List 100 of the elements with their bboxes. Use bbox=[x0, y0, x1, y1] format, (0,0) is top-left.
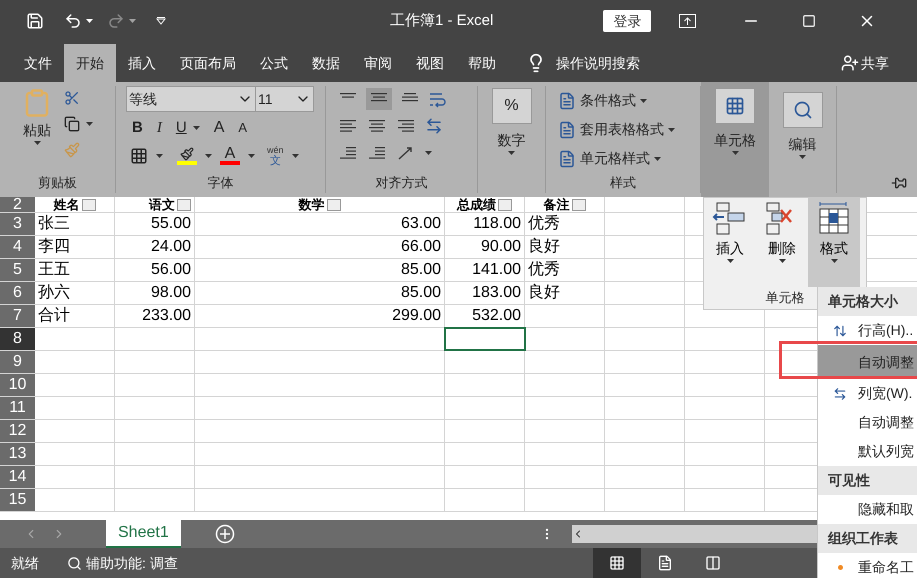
format-cells-button[interactable]: 格式 bbox=[808, 198, 860, 287]
undo-icon[interactable] bbox=[64, 12, 82, 30]
row-header[interactable]: 6 bbox=[0, 282, 35, 304]
ribbon-tab[interactable]: 开始 bbox=[64, 44, 116, 82]
table-cell: 良好 bbox=[525, 282, 605, 304]
phonetic-label: 文 bbox=[270, 156, 281, 167]
increase-indent-icon[interactable] bbox=[367, 145, 387, 161]
ribbon-tab[interactable]: 审阅 bbox=[352, 44, 404, 82]
add-sheet-icon[interactable] bbox=[214, 524, 235, 544]
filter-button[interactable] bbox=[498, 198, 512, 210]
customize-icon[interactable] bbox=[156, 17, 166, 25]
editing-button[interactable]: 编辑 bbox=[769, 86, 837, 193]
menu-item[interactable]: 自动调整 bbox=[818, 345, 917, 379]
styles-menu-button[interactable]: 单元格样式 bbox=[580, 148, 650, 169]
page-layout-view-icon bbox=[657, 555, 673, 571]
paste-button[interactable]: 粘贴 bbox=[14, 86, 60, 173]
row-header[interactable]: 4 bbox=[0, 236, 35, 258]
underline-button[interactable]: U bbox=[176, 116, 187, 140]
menu-section-heading: 可见性 bbox=[828, 471, 870, 490]
table-cell: 良好 bbox=[525, 236, 605, 258]
borders-icon[interactable] bbox=[130, 147, 148, 165]
accessibility-status[interactable]: 辅助功能: 调查 bbox=[86, 552, 178, 574]
table-cell: 63.00 bbox=[195, 213, 445, 235]
row-header[interactable]: 11 bbox=[0, 397, 35, 419]
sheet-tab[interactable]: Sheet1 bbox=[106, 520, 181, 548]
filter-button[interactable] bbox=[177, 198, 191, 210]
table-cell: 66.00 bbox=[195, 236, 445, 258]
row-header[interactable]: 15 bbox=[0, 489, 35, 511]
menu-item[interactable]: 自动调整 bbox=[818, 408, 917, 437]
fill-color-icon[interactable] bbox=[180, 147, 194, 161]
tell-me-field[interactable]: 操作说明搜索 bbox=[556, 52, 640, 74]
ribbon-tab[interactable]: 数据 bbox=[300, 44, 352, 82]
sign-in-button[interactable]: 登录 bbox=[603, 10, 652, 32]
styles-menu-button[interactable]: 条件格式 bbox=[580, 90, 636, 111]
ribbon-tab[interactable]: 公式 bbox=[248, 44, 300, 82]
font-name-field[interactable]: 等线 bbox=[126, 86, 256, 112]
filter-button[interactable] bbox=[82, 198, 96, 210]
menu-item[interactable]: 列宽(W). bbox=[818, 379, 917, 408]
table-cell: 王五 bbox=[35, 259, 115, 281]
italic-button[interactable]: I bbox=[156, 116, 162, 140]
caret-icon bbox=[205, 154, 212, 158]
share-button[interactable]: 共享 bbox=[861, 52, 889, 74]
row-header[interactable]: 8 bbox=[0, 328, 35, 350]
row-header[interactable]: 12 bbox=[0, 420, 35, 442]
row-header[interactable]: 9 bbox=[0, 351, 35, 373]
font-color-button[interactable]: A bbox=[220, 147, 240, 165]
ribbon-tab[interactable]: 帮助 bbox=[456, 44, 508, 82]
grow-font-button[interactable]: A bbox=[214, 116, 224, 140]
menu-item[interactable]: 隐藏和取 bbox=[818, 495, 917, 524]
cut-icon[interactable] bbox=[64, 90, 80, 106]
table-cell: 90.00 bbox=[445, 236, 525, 258]
filter-button[interactable] bbox=[326, 198, 340, 210]
ribbon-tab[interactable]: 视图 bbox=[404, 44, 456, 82]
align-left-icon[interactable] bbox=[338, 118, 358, 134]
table-cell: 优秀 bbox=[525, 213, 605, 235]
cells-button[interactable]: 单元格 bbox=[701, 82, 769, 197]
menu-item[interactable]: 行高(H).. bbox=[818, 316, 917, 345]
row-header[interactable]: 10 bbox=[0, 374, 35, 396]
font-size-field[interactable]: 11 bbox=[256, 86, 314, 112]
menu-item[interactable]: 重命名工 bbox=[818, 553, 917, 578]
page-break-view-icon bbox=[705, 555, 721, 571]
align-right-icon[interactable] bbox=[396, 118, 416, 134]
save-icon[interactable] bbox=[26, 12, 44, 30]
ribbon-tab[interactable]: 插入 bbox=[116, 44, 168, 82]
row-header[interactable]: 3 bbox=[0, 213, 35, 235]
bold-button[interactable]: B bbox=[132, 116, 143, 140]
delete-cells-button[interactable]: 删除 bbox=[756, 198, 808, 287]
maximize-icon[interactable] bbox=[802, 14, 816, 28]
ribbon-tab[interactable]: 页面布局 bbox=[168, 44, 248, 82]
group-label: 单元格 bbox=[766, 289, 804, 308]
row-header[interactable]: 7 bbox=[0, 305, 35, 327]
table-cell: 532.00 bbox=[445, 305, 525, 327]
menu-item[interactable]: 默认列宽 bbox=[818, 437, 917, 466]
view-button[interactable] bbox=[593, 548, 641, 578]
styles-menu-button[interactable]: 套用表格格式 bbox=[580, 119, 664, 140]
pin-icon[interactable] bbox=[891, 175, 907, 191]
merge-cells-icon[interactable] bbox=[425, 117, 443, 135]
caret-icon bbox=[292, 154, 299, 158]
table-cell: 55.00 bbox=[115, 213, 195, 235]
align-center-icon[interactable] bbox=[367, 118, 387, 134]
percent-button[interactable]: % bbox=[492, 88, 532, 124]
search-icon bbox=[792, 100, 812, 120]
caret-icon bbox=[129, 19, 136, 23]
row-header[interactable]: 2 bbox=[0, 197, 35, 212]
row-header[interactable]: 5 bbox=[0, 259, 35, 281]
ribbon-display-icon[interactable] bbox=[679, 14, 696, 28]
copy-icon[interactable] bbox=[64, 116, 80, 132]
insert-cells-button[interactable]: 插入 bbox=[704, 198, 756, 287]
caret-icon bbox=[668, 128, 675, 132]
row-header[interactable]: 14 bbox=[0, 466, 35, 488]
ribbon-tab[interactable]: 文件 bbox=[12, 44, 64, 82]
table-icon bbox=[725, 96, 745, 116]
number-button[interactable]: 数字 bbox=[498, 130, 526, 151]
group-label: 对齐方式 bbox=[376, 174, 428, 192]
shrink-font-button[interactable]: A bbox=[238, 118, 248, 138]
table-cell: 299.00 bbox=[195, 305, 445, 327]
row-header[interactable]: 13 bbox=[0, 443, 35, 465]
redo-icon[interactable] bbox=[107, 12, 125, 30]
decrease-indent-icon[interactable] bbox=[338, 145, 358, 161]
filter-button[interactable] bbox=[572, 198, 586, 210]
